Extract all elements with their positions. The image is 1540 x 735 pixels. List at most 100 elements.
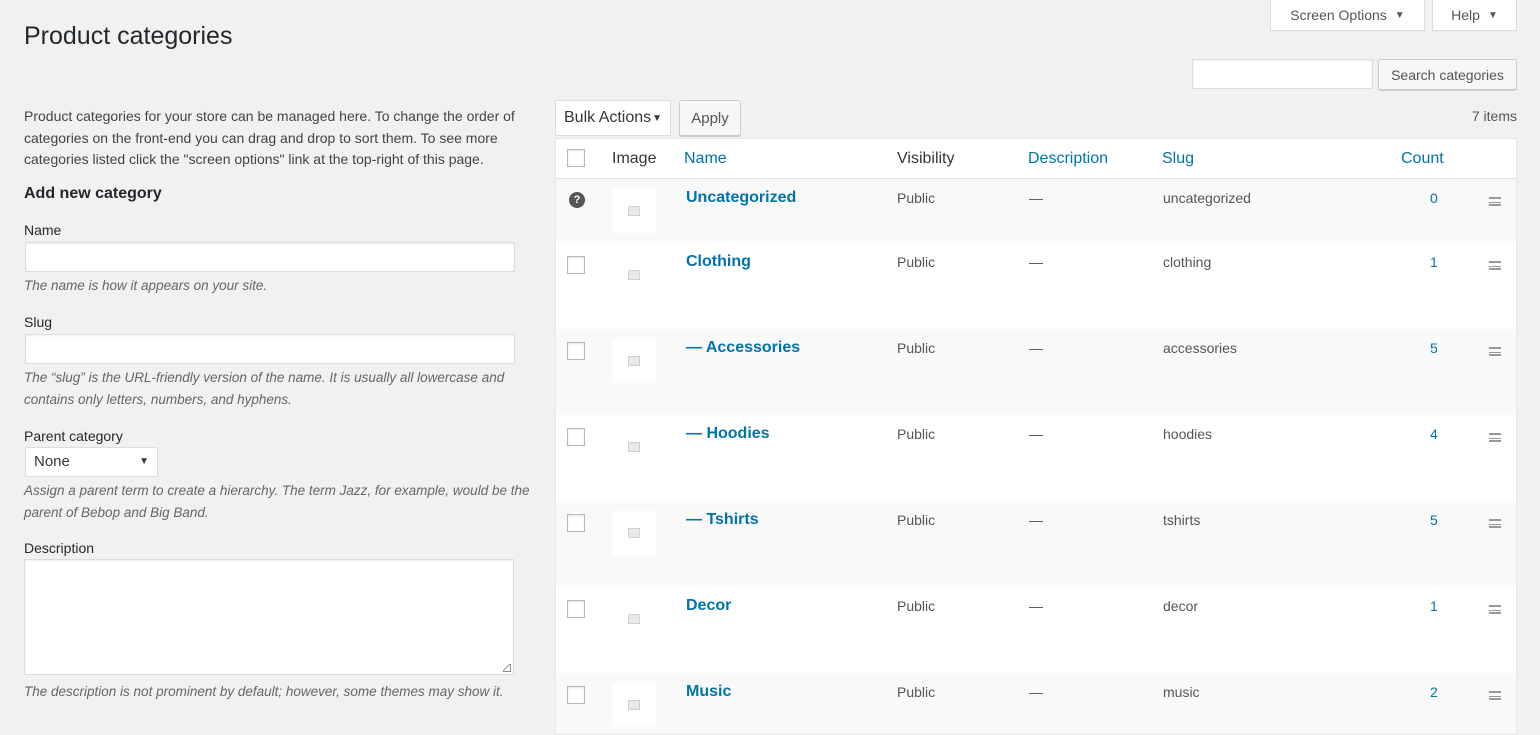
column-name[interactable]: Name (684, 150, 727, 168)
description-hint: The description is not prominent by defa… (24, 683, 504, 699)
drag-handle-icon[interactable] (1489, 261, 1501, 270)
description-field[interactable] (24, 558, 514, 675)
parent-category-hint: Assign a parent term to create a hierarc… (24, 482, 530, 520)
select-all-checkbox[interactable] (567, 149, 585, 167)
name-label: Name (24, 221, 62, 238)
bulk-actions-label: Bulk Actions (564, 109, 652, 126)
column-description[interactable]: Description (1028, 150, 1108, 168)
drag-handle-icon[interactable] (1489, 691, 1501, 700)
row-count-link[interactable]: 5 (1430, 512, 1438, 528)
row-description: — (1029, 512, 1043, 528)
column-visibility: Visibility (897, 150, 955, 167)
row-checkbox[interactable] (567, 342, 585, 360)
row-description: — (1029, 426, 1043, 442)
column-slug[interactable]: Slug (1162, 150, 1194, 168)
image-placeholder-icon (612, 253, 656, 297)
row-count-link[interactable]: 1 (1430, 254, 1438, 270)
row-slug: music (1163, 684, 1200, 700)
table-row[interactable]: — Hoodies Public — hoodies 4 (556, 415, 1516, 501)
row-checkbox[interactable] (567, 514, 585, 532)
image-placeholder-icon (612, 425, 656, 469)
row-description: — (1029, 340, 1043, 356)
row-count-link[interactable]: 2 (1430, 684, 1438, 700)
slug-field[interactable] (25, 333, 515, 364)
image-placeholder-icon (612, 339, 656, 383)
table-row[interactable]: Music Public — music 2 (556, 673, 1516, 734)
row-visibility: Public (897, 684, 936, 700)
image-placeholder-icon (612, 597, 656, 641)
help-label: Help (1451, 7, 1480, 23)
drag-handle-icon[interactable] (1489, 197, 1501, 206)
image-placeholder-icon (612, 511, 656, 555)
screen-options-button[interactable]: Screen Options ▼ (1270, 0, 1425, 31)
apply-button[interactable]: Apply (679, 100, 741, 136)
items-count: 7 items (1471, 108, 1517, 124)
row-slug: clothing (1163, 254, 1212, 270)
table-row[interactable]: Decor Public — decor 1 (556, 587, 1516, 673)
row-checkbox[interactable] (567, 686, 585, 704)
drag-handle-icon[interactable] (1489, 605, 1501, 614)
name-field[interactable] (25, 241, 515, 272)
column-image: Image (612, 150, 657, 167)
row-checkbox[interactable] (567, 428, 585, 446)
help-button[interactable]: Help ▼ (1432, 0, 1517, 31)
table-row[interactable]: ? Uncategorized Public — uncategorized 0 (556, 179, 1516, 243)
image-placeholder-icon (612, 189, 656, 233)
row-checkbox[interactable] (567, 600, 585, 618)
row-visibility: Public (897, 190, 936, 206)
row-count-link[interactable]: 5 (1430, 340, 1438, 356)
question-circle-icon: ? (569, 192, 585, 208)
caret-down-icon: ▼ (1394, 9, 1405, 21)
row-name-link[interactable]: Decor (686, 597, 731, 615)
caret-down-icon: ▼ (1487, 9, 1498, 21)
row-visibility: Public (897, 512, 936, 528)
name-hint: The name is how it appears on your site. (24, 277, 268, 293)
table-row[interactable]: — Tshirts Public — tshirts 5 (556, 501, 1516, 587)
parent-category-label: Parent category (24, 427, 123, 444)
caret-down-icon: ▼ (652, 112, 662, 124)
table-row[interactable]: — Accessories Public — accessories 5 (556, 329, 1516, 415)
row-description: — (1029, 254, 1043, 270)
row-description: — (1029, 190, 1043, 206)
row-visibility: Public (897, 340, 936, 356)
table-header: Image Name Visibility Description Slug C… (556, 139, 1516, 179)
row-name-link[interactable]: Uncategorized (686, 189, 796, 207)
slug-hint: The “slug” is the URL-friendly version o… (24, 369, 505, 407)
resize-grip-icon[interactable] (503, 663, 511, 672)
row-name-link[interactable]: Clothing (686, 253, 751, 271)
row-visibility: Public (897, 254, 936, 270)
row-name-link[interactable]: Music (686, 683, 731, 701)
row-name-link[interactable]: — Accessories (686, 339, 800, 357)
search-categories-button[interactable]: Search categories (1378, 59, 1517, 90)
search-input[interactable] (1192, 59, 1373, 89)
categories-table: Image Name Visibility Description Slug C… (555, 138, 1517, 735)
drag-handle-icon[interactable] (1489, 519, 1501, 528)
row-slug: decor (1163, 598, 1199, 614)
row-visibility: Public (897, 598, 936, 614)
parent-category-select[interactable]: None ▼ (25, 446, 158, 477)
row-visibility: Public (897, 426, 936, 442)
row-description: — (1029, 598, 1043, 614)
row-checkbox[interactable] (567, 256, 585, 274)
row-slug: tshirts (1163, 512, 1201, 528)
description-label: Description (24, 539, 95, 556)
add-category-heading: Add new category (24, 184, 162, 202)
row-count-link[interactable]: 1 (1430, 598, 1438, 614)
row-name-link[interactable]: — Tshirts (686, 511, 759, 529)
slug-label: Slug (24, 313, 53, 330)
row-slug: hoodies (1163, 426, 1213, 442)
row-name-link[interactable]: — Hoodies (686, 425, 770, 443)
page-title: Product categories (24, 22, 233, 50)
bulk-actions-select[interactable]: Bulk Actions ▼ (555, 100, 671, 136)
row-count-link[interactable]: 4 (1430, 426, 1438, 442)
row-description: — (1029, 684, 1043, 700)
image-placeholder-icon (612, 683, 656, 727)
parent-category-value: None (34, 453, 70, 470)
drag-handle-icon[interactable] (1489, 433, 1501, 442)
add-category-panel: Product categories for your store can be… (24, 106, 544, 703)
screen-options-label: Screen Options (1290, 7, 1387, 23)
column-count[interactable]: Count (1401, 150, 1444, 168)
drag-handle-icon[interactable] (1489, 347, 1501, 356)
table-row[interactable]: Clothing Public — clothing 1 (556, 243, 1516, 329)
row-count-link[interactable]: 0 (1430, 190, 1438, 206)
